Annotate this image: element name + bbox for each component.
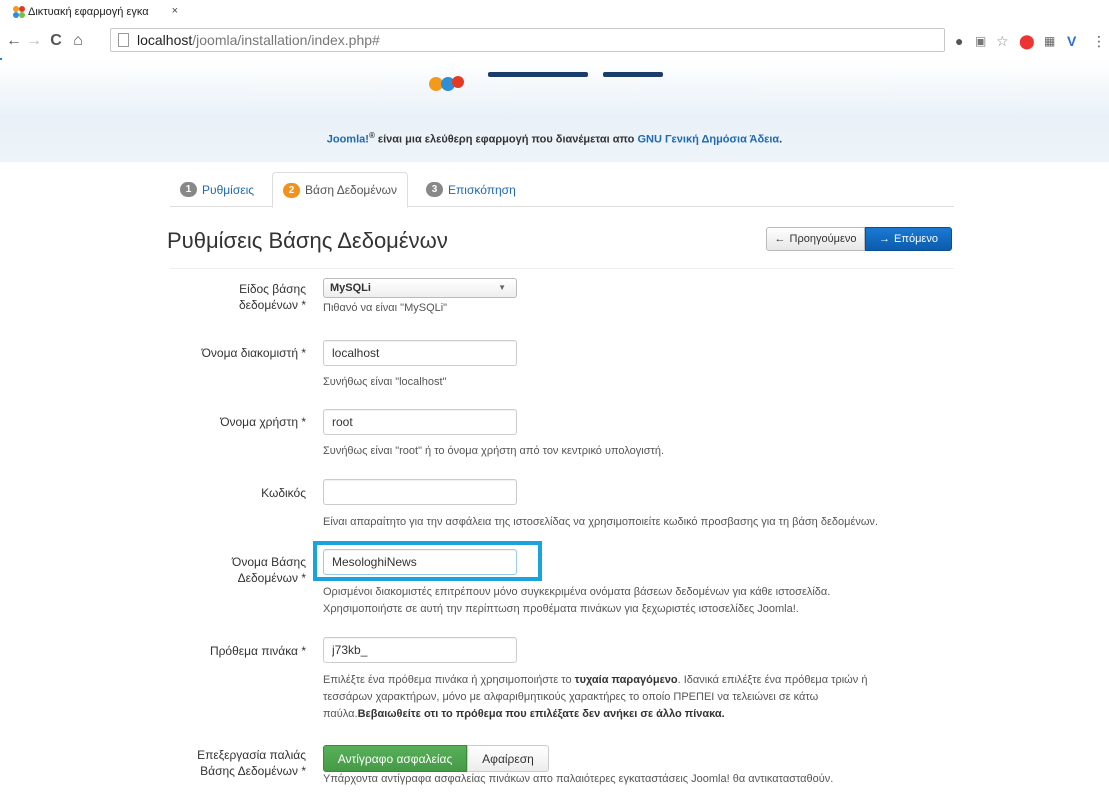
install-steps: 1 Ρυθμίσεις 2 Βάση Δεδομένων 3 Επισκόπηση bbox=[170, 172, 954, 208]
db-type-help: Πιθανό να είναι "MySQLi" bbox=[323, 302, 448, 314]
step-label: Επισκόπηση bbox=[448, 182, 516, 197]
help-text: Επιλέξτε ένα πρόθεμα πινάκα ή χρησιμοποι… bbox=[323, 674, 575, 686]
help-line: τεσσάρων χαρακτήρων, μόνο με αλφαριθμητι… bbox=[323, 691, 819, 703]
previous-label: Προηγούμενο bbox=[789, 233, 857, 245]
extension-icon[interactable]: ▦ bbox=[1044, 32, 1055, 50]
tab-overview[interactable]: 3 Επισκόπηση bbox=[416, 172, 526, 207]
backup-button[interactable]: Αντίγραφο ασφαλείας bbox=[323, 745, 467, 772]
random-prefix-link[interactable]: τυχαία παραγόμενο bbox=[575, 674, 678, 686]
arrow-right-icon: → bbox=[879, 233, 891, 245]
help-line: Χρησιμοποιήστε σε αυτή την περίπτωση προ… bbox=[323, 603, 799, 615]
license-text: είναι μια ελεύθερη εφαρμογή που διανέμετ… bbox=[374, 133, 638, 146]
previous-button[interactable]: ← Προηγούμενο bbox=[766, 227, 865, 251]
url-host: localhost bbox=[137, 32, 193, 48]
license-end: . bbox=[779, 133, 783, 146]
label-line: Βάσης Δεδομένων * bbox=[200, 764, 306, 778]
user-help: Συνήθως είναι "root" ή το όνομα χρήστη α… bbox=[323, 445, 665, 457]
label-line: Όνομα Βάσης bbox=[232, 555, 306, 569]
header-band bbox=[0, 60, 1109, 162]
password-input[interactable] bbox=[323, 479, 517, 505]
password-label: Κωδικός bbox=[261, 486, 306, 500]
v-extension-icon[interactable]: V bbox=[1067, 32, 1076, 50]
host-input[interactable] bbox=[323, 340, 517, 366]
prefix-help: Επιλέξτε ένα πρόθεμα πινάκα ή χρησιμοποι… bbox=[323, 672, 867, 723]
reload-icon[interactable]: C bbox=[46, 31, 66, 51]
chevron-down-icon: ▼ bbox=[498, 283, 506, 292]
old-db-label: Επεξεργασία παλιάς Βάσης Δεδομένων * bbox=[197, 747, 306, 779]
db-name-label: Όνομα Βάσης Δεδομένων * bbox=[232, 554, 306, 586]
opera-icon[interactable]: ⬤ bbox=[1019, 32, 1035, 50]
bookmark-star-icon[interactable]: ☆ bbox=[996, 32, 1009, 50]
step-label: Ρυθμίσεις bbox=[202, 182, 255, 197]
help-line: παύλα.Βεβαιωθείτε οτι το πρόθεμα που επι… bbox=[323, 706, 867, 723]
help-bold: Βεβαιωθείτε οτι το πρόθεμα που επιλέξατε… bbox=[357, 708, 725, 720]
page-title: Ρυθμίσεις Βάσης Δεδομένων bbox=[167, 228, 448, 253]
help-line: Επιλέξτε ένα πρόθεμα πινάκα ή χρησιμοποι… bbox=[323, 672, 867, 689]
browser-tab[interactable]: Δικτυακή εφαρμογή εγκα × bbox=[6, 0, 190, 24]
next-button[interactable]: → Επόμενο bbox=[865, 227, 952, 251]
menu-icon[interactable]: ⋮ bbox=[1092, 32, 1106, 50]
joomla-favicon-icon bbox=[13, 6, 25, 18]
page-icon bbox=[118, 33, 129, 47]
remove-button[interactable]: Αφαίρεση bbox=[467, 745, 549, 772]
browser-tabstrip: Δικτυακή εφαρμογή εγκα × bbox=[0, 0, 1109, 26]
user-label: Όνομα χρήστη * bbox=[220, 415, 306, 429]
forward-icon[interactable]: → bbox=[24, 31, 44, 51]
tab-settings[interactable]: 1 Ρυθμίσεις bbox=[170, 172, 264, 207]
browser-toolbar: ← → C ⌂ localhost/joomla/installation/in… bbox=[0, 26, 1109, 58]
label-line: Επεξεργασία παλιάς bbox=[197, 748, 306, 762]
password-help: Είναι απαραίτητο για την ασφάλεια της ισ… bbox=[323, 516, 878, 528]
prefix-label: Πρόθεμα πινάκα * bbox=[209, 644, 306, 658]
step-number: 1 bbox=[180, 182, 197, 197]
tab-database[interactable]: 2 Βάση Δεδομένων bbox=[272, 172, 409, 208]
help-line: Ορισμένοι διακομιστές επιτρέπουν μόνο συ… bbox=[323, 586, 831, 598]
label-line: δεδομένων * bbox=[238, 298, 306, 312]
back-icon[interactable]: ← bbox=[4, 31, 24, 51]
joomla-link[interactable]: Joomla! bbox=[327, 134, 369, 146]
license-notice: Joomla!® είναι μια ελεύθερη εφαρμογή που… bbox=[0, 131, 1109, 146]
highlight-box bbox=[313, 541, 542, 581]
db-type-value: MySQLi bbox=[330, 282, 371, 294]
step-number: 2 bbox=[283, 182, 300, 198]
translate-icon[interactable]: ▣ bbox=[975, 32, 986, 50]
bulb-icon[interactable]: ● bbox=[955, 32, 963, 50]
tab-title: Δικτυακή εφαρμογή εγκα bbox=[28, 6, 149, 18]
step-label: Βάση Δεδομένων bbox=[305, 183, 398, 197]
divider bbox=[170, 268, 954, 269]
gpl-link[interactable]: GNU Γενική Δημόσια Άδεια bbox=[637, 134, 779, 146]
joomla-logo-icon bbox=[429, 72, 663, 91]
db-name-help: Ορισμένοι διακομιστές επιτρέπουν μόνο συ… bbox=[323, 584, 830, 618]
url-path: /joomla/installation/index.php# bbox=[192, 32, 380, 48]
username-input[interactable] bbox=[323, 409, 517, 435]
db-type-select[interactable]: MySQLi ▼ bbox=[323, 278, 517, 298]
step-number: 3 bbox=[426, 182, 443, 197]
old-db-help: Υπάρχοντα αντίγραφα ασφαλείας πινάκων απ… bbox=[323, 773, 834, 785]
next-label: Επόμενο bbox=[894, 233, 938, 245]
tab-close-icon[interactable]: × bbox=[172, 5, 178, 17]
prefix-input[interactable] bbox=[323, 637, 517, 663]
host-label: Όνομα διακομιστή * bbox=[201, 346, 306, 360]
help-text: . Ιδανικά επιλέξτε ένα πρόθεμα τριών ή bbox=[677, 674, 868, 686]
address-bar[interactable]: localhost/joomla/installation/index.php# bbox=[110, 28, 945, 52]
host-help: Συνήθως είναι "localhost" bbox=[323, 376, 447, 388]
arrow-left-icon: ← bbox=[774, 233, 786, 245]
label-line: Είδος βάσης bbox=[239, 282, 306, 296]
home-icon[interactable]: ⌂ bbox=[68, 31, 88, 51]
db-type-label: Είδος βάσης δεδομένων * bbox=[239, 281, 306, 313]
help-text: παύλα. bbox=[323, 708, 358, 720]
label-line: Δεδομένων * bbox=[237, 571, 306, 585]
